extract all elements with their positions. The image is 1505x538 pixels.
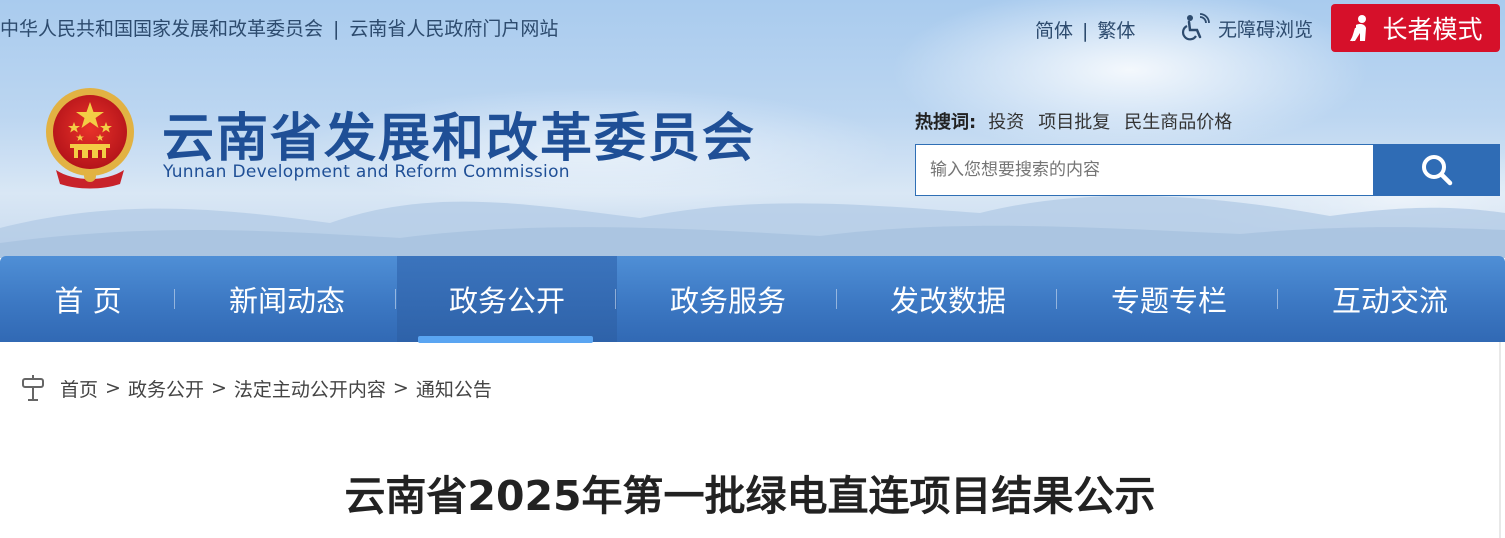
nav-special-topics[interactable]: 专题专栏 xyxy=(1059,256,1279,342)
hot-word-link[interactable]: 项目批复 xyxy=(1038,112,1110,133)
breadcrumb-gov-affairs[interactable]: 政务公开 xyxy=(128,375,204,402)
accessibility-link[interactable]: 无障碍浏览 xyxy=(1180,12,1313,44)
nav-separator xyxy=(615,289,616,309)
breadcrumb-separator: > xyxy=(392,377,409,399)
nav-interaction[interactable]: 互动交流 xyxy=(1280,256,1500,342)
nav-separator xyxy=(1056,289,1057,309)
top-links-separator: | xyxy=(333,18,340,40)
nav-active-indicator xyxy=(418,336,593,343)
site-title: 云南省发展和改革委员会 xyxy=(162,108,757,169)
breadcrumb-notices[interactable]: 通知公告 xyxy=(416,375,492,402)
nav-separator xyxy=(836,289,837,309)
elder-mode-button[interactable]: 长者模式 xyxy=(1331,4,1500,52)
nav-separator xyxy=(1277,289,1278,309)
yunnan-gov-link[interactable]: 云南省人民政府门户网站 xyxy=(349,18,558,40)
article-title: 云南省2025年第一批绿电直连项目结果公示 xyxy=(344,472,1156,520)
nav-gov-affairs-open[interactable]: 政务公开 xyxy=(397,256,617,342)
traditional-chinese-link[interactable]: 繁体 xyxy=(1097,20,1135,42)
breadcrumb-statutory-content[interactable]: 法定主动公开内容 xyxy=(234,375,386,402)
nav-news[interactable]: 新闻动态 xyxy=(177,256,397,342)
search-box xyxy=(915,144,1500,196)
accessibility-label: 无障碍浏览 xyxy=(1218,18,1314,41)
top-links: 中华人民共和国国家发展和改革委员会 | 云南省人民政府门户网站 xyxy=(0,14,558,41)
nav-separator xyxy=(395,289,396,309)
nav-separator xyxy=(174,289,175,309)
language-switch: 简体 | 繁体 xyxy=(1035,16,1135,43)
hot-word-link[interactable]: 投资 xyxy=(988,112,1024,133)
header-banner: 中华人民共和国国家发展和改革委员会 | 云南省人民政府门户网站 简体 | 繁体 无障碍浏… xyxy=(0,0,1505,258)
breadcrumb: 首页 > 政务公开 > 法定主动公开内容 > 通知公告 xyxy=(20,374,492,402)
location-signpost-icon xyxy=(22,375,44,401)
elder-mode-label: 长者模式 xyxy=(1382,15,1483,44)
site-subtitle: Yunnan Development and Reform Commission xyxy=(163,162,570,182)
hot-words: 热搜词: 投资 项目批复 民生商品价格 xyxy=(915,108,1246,134)
search-icon xyxy=(1421,155,1452,186)
hot-words-label: 热搜词: xyxy=(915,112,977,133)
breadcrumb-home[interactable]: 首页 xyxy=(60,375,98,402)
elder-person-icon xyxy=(1350,15,1367,42)
ndrc-link[interactable]: 中华人民共和国国家发展和改革委员会 xyxy=(0,18,323,40)
simplified-chinese-link[interactable]: 简体 xyxy=(1035,20,1073,42)
search-button[interactable] xyxy=(1373,144,1500,196)
national-emblem-icon xyxy=(46,88,134,189)
main-nav: 首 页 新闻动态 政务公开 政务服务 发改数据 专题专栏 互动交流 xyxy=(0,256,1505,342)
breadcrumb-separator: > xyxy=(105,377,121,399)
search-input[interactable] xyxy=(915,144,1373,196)
nav-home[interactable]: 首 页 xyxy=(0,256,198,342)
wheelchair-icon xyxy=(1182,13,1210,41)
hot-word-link[interactable]: 民生商品价格 xyxy=(1124,112,1232,133)
nav-gov-services[interactable]: 政务服务 xyxy=(618,256,838,342)
breadcrumb-separator: > xyxy=(210,377,227,399)
nav-data[interactable]: 发改数据 xyxy=(838,256,1058,342)
language-separator: | xyxy=(1082,20,1089,42)
